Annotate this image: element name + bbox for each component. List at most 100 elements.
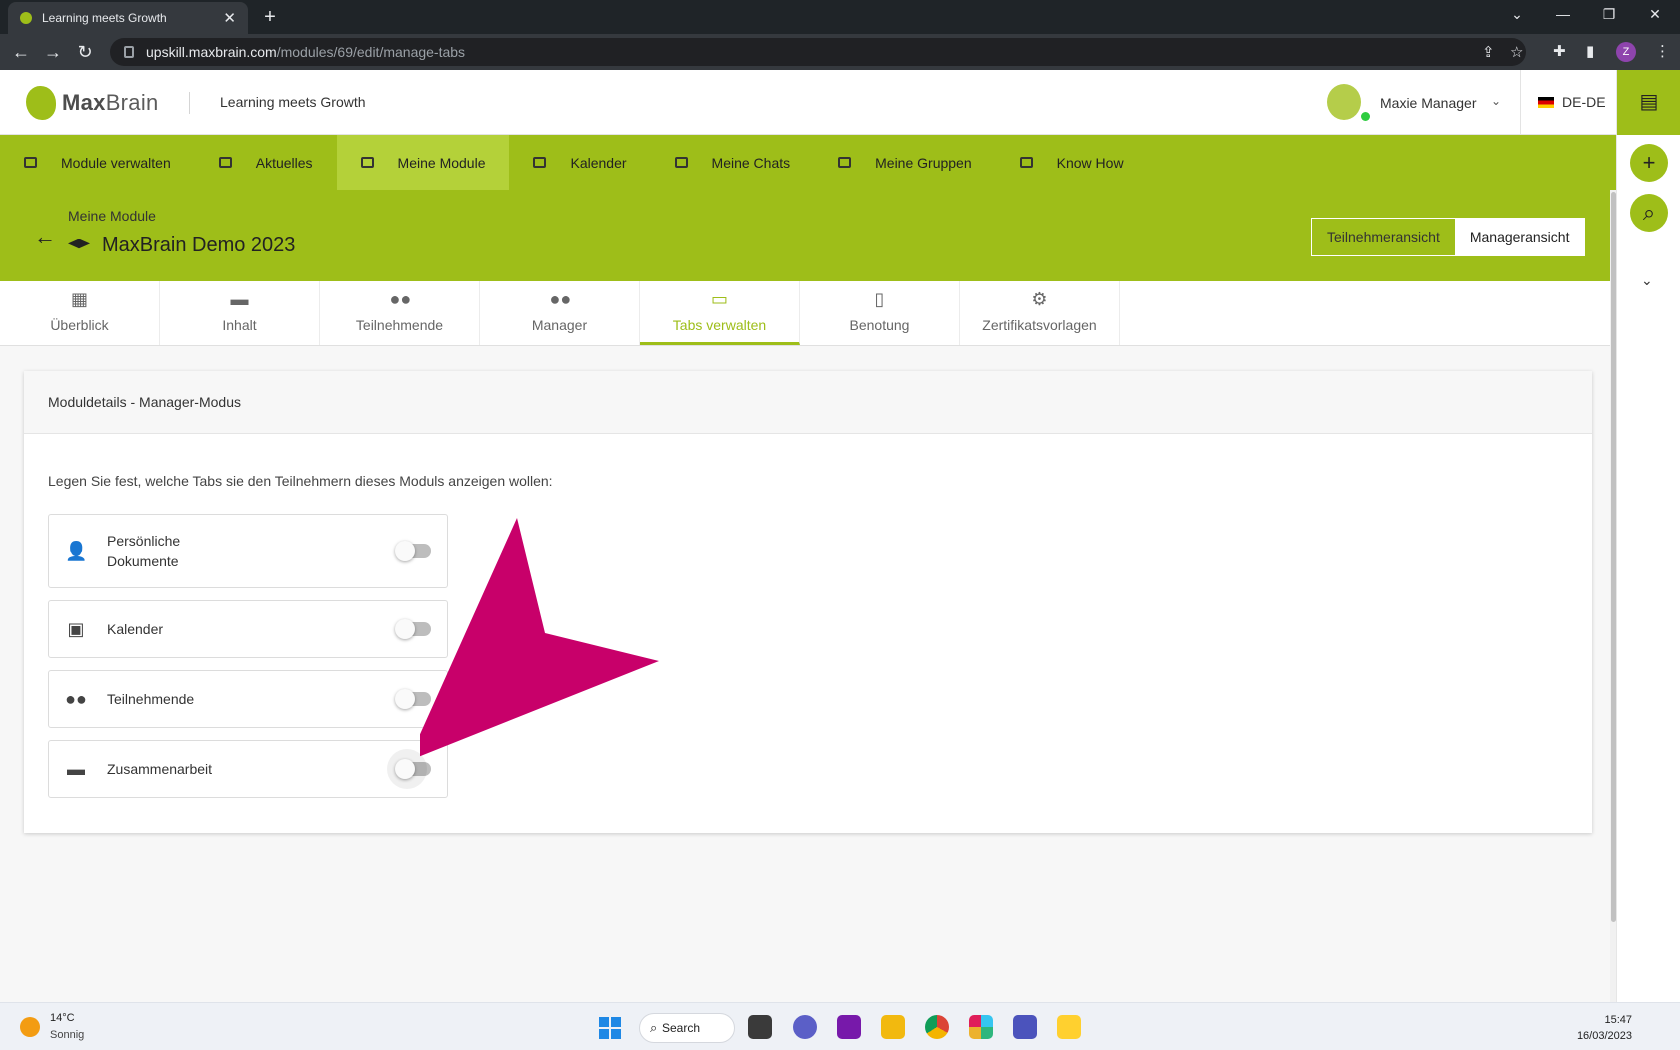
back-arrow-icon[interactable]: ← [34, 224, 56, 250]
certificate-settings-icon: ⚙ [1031, 289, 1048, 309]
nav-kalender[interactable]: Kalender [509, 135, 650, 190]
breadcrumb[interactable]: Meine Module [68, 208, 156, 224]
back-icon[interactable]: ← [10, 41, 32, 63]
chat-icon[interactable]: ▤ [1617, 70, 1680, 135]
german-flag-icon [1538, 97, 1554, 108]
module-header: ← Meine Module MaxBrain Demo 2023 Teilne… [0, 190, 1616, 281]
annotation-arrow-shape [420, 518, 659, 757]
participant-view-button[interactable]: Teilnehmeransicht [1312, 219, 1455, 255]
teams-icon[interactable] [1013, 1015, 1037, 1039]
browser-tabstrip: Learning meets Growth ✕ + ⌄ — ❐ ✕ [0, 0, 1680, 34]
switch-knob [395, 759, 415, 779]
reload-icon[interactable]: ↻ [74, 41, 96, 63]
browser-menu-icon[interactable]: ⋮ [1655, 42, 1670, 60]
slack-icon[interactable] [969, 1015, 993, 1039]
tabs-icon: ▭ [710, 289, 728, 309]
chat-icon [674, 157, 688, 168]
weather-sun-icon[interactable] [20, 1017, 40, 1037]
search-icon[interactable]: ⌕ [1630, 194, 1668, 232]
browser-tab[interactable]: Learning meets Growth ✕ [8, 2, 248, 34]
toggle-switch-zusammenarbeit[interactable] [387, 749, 431, 789]
side-panel-icon[interactable]: ▮ [1586, 42, 1594, 60]
weather-temperature[interactable]: 14°C [50, 1012, 75, 1024]
module-sub-tabs: ▦ Überblick ▬ Inhalt ●● Teilnehmende ●● Mana… [0, 281, 1610, 346]
switch-knob [395, 619, 415, 639]
close-window-button[interactable]: ✕ [1632, 0, 1678, 30]
nav-module-verwalten[interactable]: Module verwalten [0, 135, 195, 190]
switch-knob [395, 541, 415, 561]
url-host: upskill.maxbrain.com [146, 44, 277, 60]
favicon-icon [20, 12, 32, 24]
taskbar-search[interactable]: ⌕ Search [639, 1013, 735, 1043]
task-view-icon[interactable] [748, 1015, 772, 1039]
tab-teilnehmende[interactable]: ●● Teilnehmende [320, 281, 480, 345]
manager-icon: ●● [549, 289, 572, 309]
address-bar[interactable]: upskill.maxbrain.com /modules/69/edit/ma… [110, 38, 1526, 66]
taskbar-clock[interactable]: 15:47 16/03/2023 [1577, 1012, 1632, 1044]
search-icon: ⌕ [650, 1020, 658, 1035]
tab-inhalt[interactable]: ▬ Inhalt [160, 281, 320, 345]
user-name[interactable]: Maxie Manager [1380, 95, 1477, 111]
tab-ueberblick[interactable]: ▦ Überblick [0, 281, 160, 345]
main-navigation: Module verwalten Aktuelles Meine Module … [0, 135, 1616, 190]
module-title: MaxBrain Demo 2023 [68, 234, 295, 257]
header-divider [189, 92, 190, 114]
restore-button[interactable]: ❐ [1586, 0, 1632, 30]
weather-condition[interactable]: Sonnig [50, 1029, 84, 1041]
toggle-label: Teilnehmende [107, 691, 195, 707]
tab-tabs-verwalten[interactable]: ▭ Tabs verwalten [640, 281, 800, 345]
browser-toolbar: ← → ↻ upskill.maxbrain.com /modules/69/e… [0, 34, 1680, 70]
language-selector[interactable]: DE-DE [1562, 94, 1606, 110]
bookmark-star-icon[interactable]: ☆ [1510, 43, 1523, 61]
clock-date: 16/03/2023 [1576, 1030, 1632, 1042]
chrome-icon[interactable] [925, 1015, 949, 1039]
nav-know-how[interactable]: Know How [996, 135, 1148, 190]
card-title: Moduldetails - Manager-Modus [24, 371, 1592, 434]
nav-aktuelles[interactable]: Aktuelles [195, 135, 337, 190]
news-icon [218, 157, 232, 168]
toggle-row-kalender: ▣ Kalender [48, 600, 448, 658]
close-tab-icon[interactable]: ✕ [223, 9, 236, 27]
toggle-label: Zusammenarbeit [107, 761, 213, 777]
tab-search-chevron-icon[interactable]: ⌄ [1494, 0, 1540, 30]
annotation-arrow [420, 518, 659, 757]
nav-meine-chats[interactable]: Meine Chats [651, 135, 815, 190]
chevron-down-icon[interactable]: ⌄ [1641, 272, 1653, 289]
share-icon[interactable]: ⇪ [1482, 43, 1495, 61]
user-menu-chevron-icon[interactable]: ⌄ [1491, 94, 1501, 108]
toggle-row-teilnehmende: ●● Teilnehmende [48, 670, 448, 728]
logo-text[interactable]: MaxBrain [62, 90, 159, 116]
minimize-button[interactable]: — [1540, 0, 1586, 30]
right-rail: ▤ + ⌕ ⌄ [1616, 70, 1680, 1002]
onenote-icon[interactable] [837, 1015, 861, 1039]
add-icon[interactable]: + [1630, 144, 1668, 182]
online-status-icon [1361, 112, 1370, 121]
forward-icon[interactable]: → [42, 41, 64, 63]
miro-icon[interactable] [1057, 1015, 1081, 1039]
user-avatar[interactable] [1327, 84, 1361, 120]
nav-meine-gruppen[interactable]: Meine Gruppen [814, 135, 996, 190]
app-header: MaxBrain Learning meets Growth Maxie Man… [0, 70, 1616, 135]
calendar-icon: ▣ [67, 618, 85, 639]
teams-chat-icon[interactable] [793, 1015, 817, 1039]
profile-avatar[interactable]: Z [1616, 42, 1636, 62]
card-description: Legen Sie fest, welche Tabs sie den Teil… [48, 473, 553, 489]
lock-icon [124, 46, 134, 58]
tab-zertifikatsvorlagen[interactable]: ⚙ Zertifikatsvorlagen [960, 281, 1120, 345]
extensions-puzzle-icon[interactable]: ✚ [1553, 42, 1566, 60]
tab-manager[interactable]: ●● Manager [480, 281, 640, 345]
windows-start-icon[interactable] [599, 1017, 621, 1039]
shared-folder-icon: ▬ [67, 758, 85, 779]
file-explorer-icon[interactable] [881, 1015, 905, 1039]
tab-benotung[interactable]: ▯ Benotung [800, 281, 960, 345]
nav-meine-module[interactable]: Meine Module [336, 135, 510, 190]
manager-view-button[interactable]: Manageransicht [1454, 219, 1585, 255]
folder-icon: ▬ [230, 289, 249, 309]
grade-document-icon: ▯ [874, 289, 885, 309]
maxbrain-logo-icon[interactable] [26, 86, 56, 120]
switch-knob [395, 689, 415, 709]
graduation-cap-icon [360, 157, 374, 168]
book-icon [1019, 157, 1033, 168]
page-scrollbar-thumb[interactable] [1611, 192, 1616, 922]
new-tab-button[interactable]: + [258, 6, 282, 30]
